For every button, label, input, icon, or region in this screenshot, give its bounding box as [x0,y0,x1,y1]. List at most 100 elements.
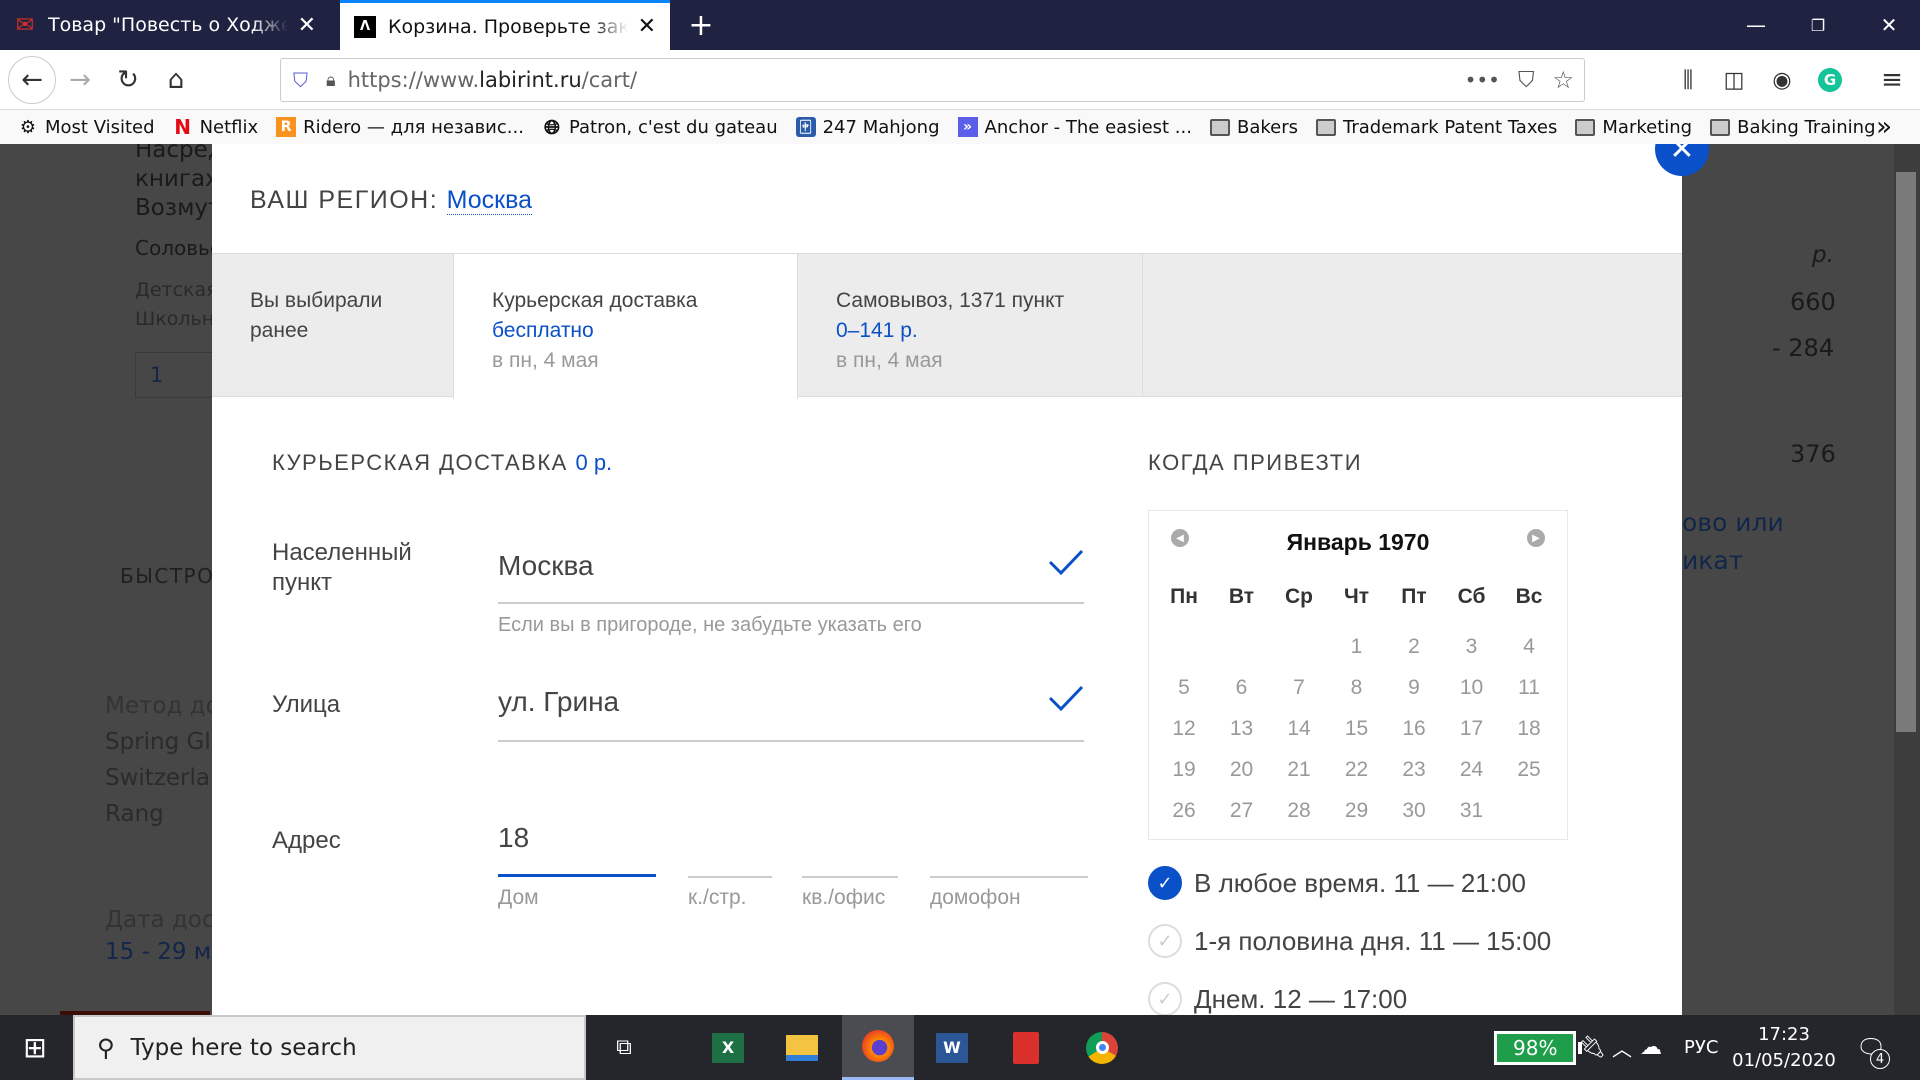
calendar-day[interactable]: 22 [1328,758,1386,782]
street-input[interactable]: ул. Грина [498,686,619,718]
calendar-day[interactable]: 29 [1328,799,1386,823]
battery-indicator[interactable]: 98% [1494,1015,1583,1080]
calendar-day[interactable]: 16 [1385,717,1443,741]
calendar-day[interactable]: 12 [1155,717,1213,741]
back-button[interactable]: ← [8,56,56,104]
calendar-day[interactable]: 15 [1328,717,1386,741]
calendar-day[interactable]: 1 [1328,635,1386,659]
tab-product[interactable]: ✉ Товар "Повесть о Ходже Насреддине" ✕ [0,0,330,50]
calendar-day[interactable]: 30 [1385,799,1443,823]
close-tab-icon[interactable]: ✕ [298,13,316,38]
bookmark-bakers[interactable]: Bakers [1209,117,1298,138]
bookmark-trademark[interactable]: Trademark Patent Taxes [1316,117,1557,138]
grammarly-icon[interactable]: G [1810,60,1850,100]
calendar-day[interactable]: 20 [1213,758,1271,782]
calendar-day[interactable]: 3 [1443,635,1501,659]
calendar-day[interactable]: 2 [1385,635,1443,659]
calendar-day[interactable]: 26 [1155,799,1213,823]
chrome-icon[interactable] [1066,1015,1138,1080]
notifications-icon[interactable]: 🗨︎ 4 [1856,1015,1890,1080]
firefox-icon[interactable] [842,1015,914,1080]
bookmark-anchor[interactable]: » Anchor - The easiest ... [957,117,1192,138]
home-button[interactable]: ⌂ [156,60,196,100]
address-bar[interactable]: ⛉ 🔒︎ https://www.labirint.ru/cart/ ••• ⛉… [280,58,1585,102]
calendar-day[interactable]: 11 [1500,676,1558,700]
word-icon[interactable]: W [916,1015,988,1080]
page-scrollbar[interactable] [1894,144,1920,1015]
bookmark-most-visited[interactable]: ⚙ Most Visited [18,117,155,138]
bookmark-netflix[interactable]: N Netflix [173,115,258,139]
excel-icon[interactable]: X [692,1015,764,1080]
account-icon[interactable]: ◉ [1762,60,1802,100]
task-view-icon[interactable]: ⧉ [588,1015,660,1080]
calendar-day[interactable]: 27 [1213,799,1271,823]
bookmark-baking-training[interactable]: Baking Training [1710,117,1876,138]
radio-checked-icon[interactable]: ✓ [1148,866,1182,900]
calendar-day[interactable]: 31 [1443,799,1501,823]
radio-unchecked-icon[interactable]: ✓ [1148,982,1182,1015]
tab-previous-choice[interactable]: Вы выбирали ранее [212,254,453,397]
scrollbar-thumb[interactable] [1896,172,1916,732]
minimize-button[interactable]: — [1725,0,1787,50]
library-icon[interactable]: ⫼ [1668,60,1708,100]
calendar-day[interactable]: 13 [1213,717,1271,741]
close-window-button[interactable]: ✕ [1858,0,1920,50]
next-month-icon[interactable]: ▶ [1527,529,1545,547]
url-text[interactable]: https://www.labirint.ru/cart/ [348,68,638,92]
bookmark-patron[interactable]: 🌐︎ Patron, c'est du gateau [542,115,778,139]
city-input[interactable]: Москва [498,550,594,582]
calendar-day[interactable]: 24 [1443,758,1501,782]
bookmark-star-icon[interactable]: ☆ [1552,66,1574,94]
onedrive-icon[interactable]: ☁ [1640,1015,1662,1080]
forward-button[interactable]: → [60,60,100,100]
region-link[interactable]: Москва [446,186,532,215]
tab-pickup[interactable]: Самовывоз, 1371 пункт 0–141 р. в пн, 4 м… [798,254,1143,397]
apartment-underline[interactable] [802,876,898,878]
file-explorer-icon[interactable] [766,1015,838,1080]
calendar-day[interactable]: 19 [1155,758,1213,782]
calendar-day[interactable]: 6 [1213,676,1271,700]
intercom-underline[interactable] [930,876,1088,878]
bookmark-mahjong[interactable]: 🀄︎ 247 Mahjong [795,117,940,138]
calendar-day[interactable]: 17 [1443,717,1501,741]
more-actions-icon[interactable]: ••• [1465,68,1500,92]
calendar-day[interactable]: 28 [1270,799,1328,823]
calendar-day[interactable]: 8 [1328,676,1386,700]
calendar-day[interactable]: 25 [1500,758,1558,782]
clock[interactable]: 17:23 01/05/2020 [1732,1015,1836,1080]
book-app-icon[interactable] [990,1015,1062,1080]
taskbar-search[interactable]: ⚲ Type here to search [73,1015,586,1080]
calendar-day[interactable]: 7 [1270,676,1328,700]
calendar-day[interactable]: 4 [1500,635,1558,659]
tab-cart[interactable]: Λ Корзина. Проверьте заказ. Интернет-маг… [340,0,670,50]
time-option-morning[interactable]: ✓ 1-я половина дня. 11 — 15:00 [1148,924,1551,958]
new-tab-button[interactable]: + [670,0,732,50]
lock-icon[interactable]: 🔒︎ [326,70,336,91]
calendar-day[interactable]: 23 [1385,758,1443,782]
radio-unchecked-icon[interactable]: ✓ [1148,924,1182,958]
pocket-icon[interactable]: ⛉ [1518,68,1535,93]
windows-start-icon[interactable]: ⊞ [0,1015,70,1080]
bookmarks-overflow-button[interactable]: » [1876,112,1892,142]
menu-icon[interactable]: ≡ [1872,60,1912,100]
calendar-day[interactable]: 9 [1385,676,1443,700]
tab-courier-delivery[interactable]: Курьерская доставка бесплатно в пн, 4 ма… [453,254,798,399]
tracking-shield-icon[interactable]: ⛉ [293,68,308,92]
calendar-day[interactable]: 18 [1500,717,1558,741]
bookmark-ridero[interactable]: R Ridero — для независ... [276,117,524,138]
calendar-day[interactable]: 21 [1270,758,1328,782]
close-tab-icon[interactable]: ✕ [638,14,656,39]
time-option-day[interactable]: ✓ Днем. 12 — 17:00 [1148,982,1407,1015]
restore-button[interactable]: ❐ [1787,0,1849,50]
reload-button[interactable]: ↻ [108,60,148,100]
calendar-day[interactable]: 5 [1155,676,1213,700]
power-plug-icon[interactable]: 🔌︎ [1578,1015,1606,1080]
show-hidden-icons-icon[interactable]: ︿ [1612,1015,1632,1080]
sidebar-icon[interactable]: ◫ [1714,60,1754,100]
house-input[interactable]: 18 [498,822,529,854]
building-underline[interactable] [688,876,772,878]
calendar-day[interactable]: 10 [1443,676,1501,700]
calendar-day[interactable]: 14 [1270,717,1328,741]
language-indicator[interactable]: РУС [1684,1015,1718,1080]
bookmark-marketing[interactable]: Marketing [1575,117,1692,138]
